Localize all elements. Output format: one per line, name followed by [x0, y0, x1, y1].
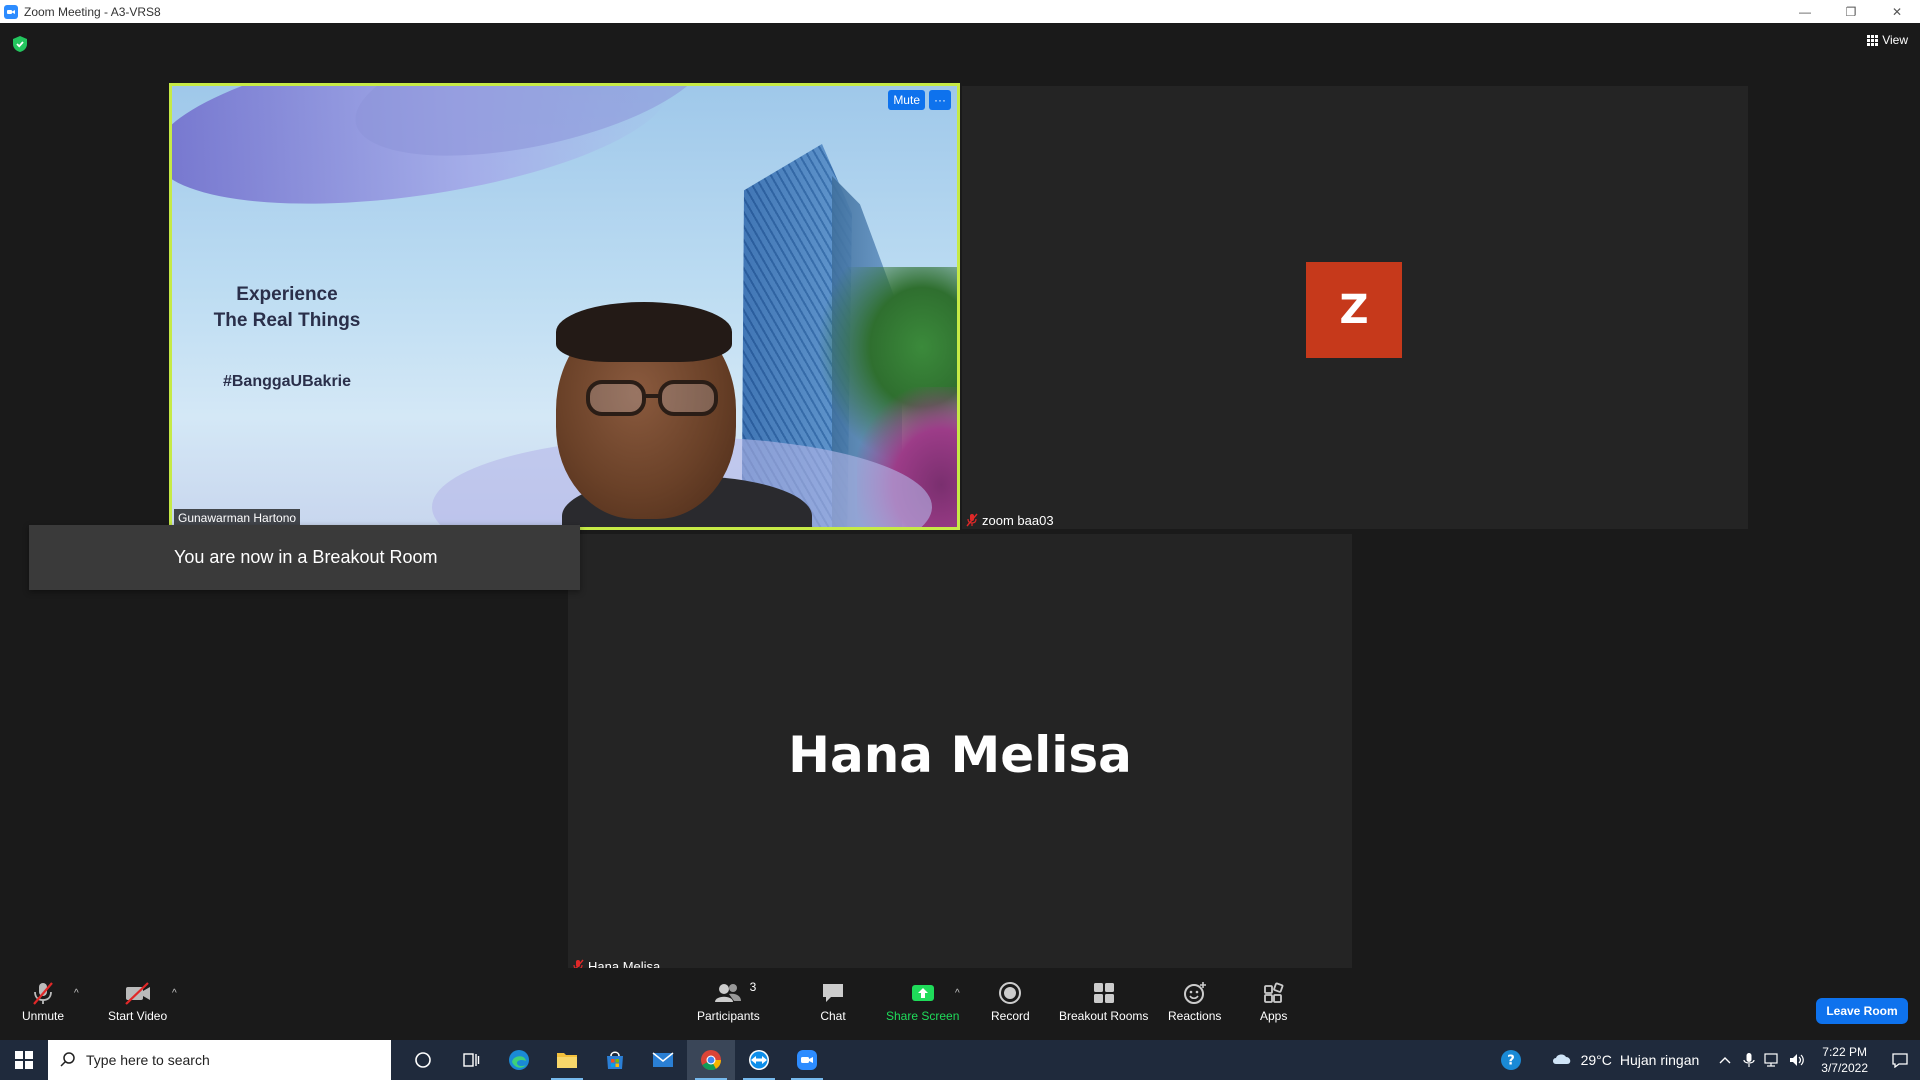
- apps-button[interactable]: Apps: [1260, 980, 1287, 1023]
- reactions-icon: [1183, 982, 1206, 1004]
- meeting-toolbar: Unmute ^ Start Video ^ 3 Participants Ch…: [0, 968, 1920, 1040]
- share-options-chevron-icon[interactable]: ^: [955, 988, 960, 999]
- taskbar-clock[interactable]: 7:22 PM 3/7/2022: [1821, 1044, 1868, 1076]
- view-button[interactable]: View: [1867, 33, 1908, 47]
- share-screen-button[interactable]: Share Screen: [886, 980, 959, 1023]
- more-options-button[interactable]: ···: [929, 90, 951, 110]
- zoom-app-icon: [4, 4, 18, 19]
- leave-room-button[interactable]: Leave Room: [1816, 998, 1908, 1024]
- store-icon[interactable]: [591, 1040, 639, 1080]
- window-titlebar: Zoom Meeting - A3-VRS8 — ❐ ✕: [0, 0, 1920, 23]
- participants-button[interactable]: 3 Participants: [697, 980, 760, 1023]
- meeting-area: View Experience The Real Things #BanggaU…: [0, 23, 1920, 1040]
- avatar: Z: [1306, 262, 1402, 358]
- system-tray: ? 29°C Hujan ringan 7:22 PM 3/7/2022: [1491, 1040, 1920, 1080]
- chevron-up-icon[interactable]: [1713, 1056, 1737, 1064]
- taskbar-search-input[interactable]: Type here to search: [48, 1040, 391, 1080]
- participants-count: 3: [749, 980, 757, 994]
- breakout-room-notification: You are now in a Breakout Room: [29, 525, 580, 590]
- slide-headline: Experience The Real Things: [213, 284, 361, 331]
- restore-button[interactable]: ❐: [1828, 0, 1874, 23]
- mic-muted-icon: [33, 982, 53, 1005]
- participants-icon: [715, 984, 742, 1002]
- record-icon: [999, 982, 1022, 1004]
- edge-icon[interactable]: [495, 1040, 543, 1080]
- zoom-icon[interactable]: [783, 1040, 831, 1080]
- apps-icon: [1263, 982, 1284, 1003]
- share-screen-icon: [911, 985, 934, 1001]
- participant-display-name: Hana Melisa: [788, 725, 1132, 784]
- record-button[interactable]: Record: [991, 980, 1030, 1023]
- cortana-icon[interactable]: [399, 1040, 447, 1080]
- chat-button[interactable]: Chat: [820, 980, 846, 1023]
- search-placeholder: Type here to search: [86, 1052, 210, 1068]
- network-icon[interactable]: [1761, 1052, 1785, 1068]
- video-tile-gunawarman[interactable]: Experience The Real Things #BanggaUBakri…: [169, 83, 960, 530]
- volume-icon[interactable]: [1785, 1052, 1809, 1068]
- video-off-icon: [124, 982, 150, 1005]
- minimize-button[interactable]: —: [1782, 0, 1828, 23]
- chat-icon: [823, 984, 843, 1002]
- clock-time: 7:22 PM: [1822, 1045, 1867, 1059]
- microphone-icon[interactable]: [1737, 1052, 1761, 1068]
- help-icon[interactable]: ?: [1491, 1049, 1531, 1071]
- teamviewer-icon[interactable]: [735, 1040, 783, 1080]
- mail-icon[interactable]: [639, 1040, 687, 1080]
- svg-text:?: ?: [1507, 1054, 1515, 1069]
- unmute-button[interactable]: Unmute: [22, 980, 64, 1023]
- video-options-chevron-icon[interactable]: ^: [172, 988, 177, 999]
- windows-taskbar: Type here to search ? 29°C Hujan ringan …: [0, 1040, 1920, 1080]
- close-button[interactable]: ✕: [1874, 0, 1920, 23]
- mute-participant-button[interactable]: Mute: [888, 90, 925, 110]
- reactions-button[interactable]: Reactions: [1168, 980, 1221, 1023]
- start-video-button[interactable]: Start Video: [108, 980, 167, 1023]
- breakout-rooms-button[interactable]: Breakout Rooms: [1059, 980, 1148, 1023]
- start-button[interactable]: [0, 1040, 48, 1080]
- file-explorer-icon[interactable]: [543, 1040, 591, 1080]
- windows-logo-icon: [15, 1051, 33, 1069]
- mic-muted-icon: [966, 513, 978, 527]
- glasses: [586, 380, 718, 416]
- view-label: View: [1882, 33, 1908, 47]
- weather-desc: Hujan ringan: [1619, 1052, 1700, 1068]
- notification-center-icon[interactable]: [1880, 1040, 1920, 1080]
- search-icon: [60, 1052, 75, 1067]
- participant-name-tag: zoom baa03: [966, 511, 1054, 529]
- window-title: Zoom Meeting - A3-VRS8: [24, 4, 161, 19]
- weather-widget[interactable]: 29°C Hujan ringan: [1551, 1052, 1700, 1068]
- slide-hashtag: #BanggaUBakrie: [222, 373, 352, 390]
- video-tile-hana-melisa[interactable]: Hana Melisa Hana Melisa: [568, 534, 1352, 975]
- task-view-icon[interactable]: [447, 1040, 495, 1080]
- security-shield-icon[interactable]: [12, 35, 28, 53]
- breakout-rooms-icon: [1093, 983, 1114, 1003]
- chrome-icon[interactable]: [687, 1040, 735, 1080]
- weather-temp: 29°C: [1580, 1052, 1612, 1068]
- cloud-rain-icon: [1552, 1054, 1570, 1064]
- video-tile-zoom-baa03[interactable]: Z zoom baa03: [962, 86, 1748, 529]
- grid-view-icon: [1867, 34, 1879, 46]
- clock-date: 3/7/2022: [1821, 1061, 1868, 1075]
- audio-options-chevron-icon[interactable]: ^: [74, 988, 79, 999]
